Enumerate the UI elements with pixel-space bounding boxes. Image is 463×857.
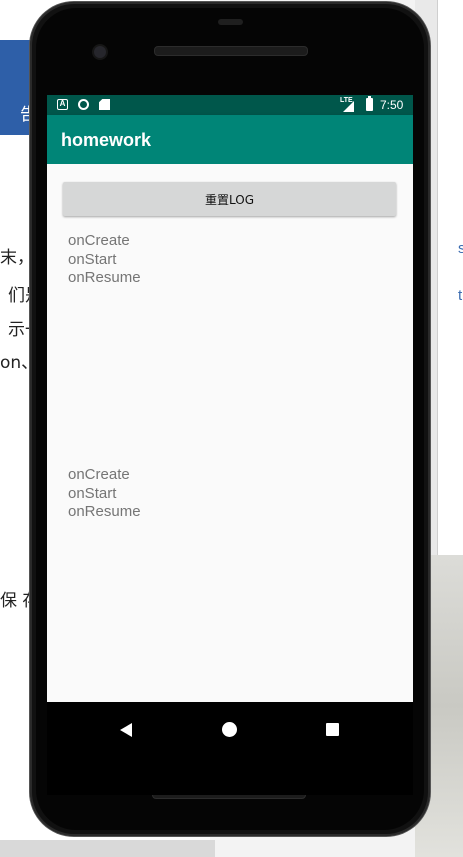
app-bar: homework	[47, 115, 413, 164]
background-right-text: s	[458, 240, 463, 257]
recents-icon[interactable]	[326, 723, 339, 736]
background-text: 末，	[0, 248, 34, 268]
battery-icon	[366, 96, 373, 111]
log-line: onStart	[68, 250, 117, 268]
navigation-bar	[47, 702, 413, 758]
back-icon[interactable]	[120, 723, 132, 737]
background-right-text: t	[458, 287, 463, 304]
device-screen: A LTE 7:50 homework 重置LOG onCreate onSta…	[47, 95, 413, 795]
background-right-panel	[437, 0, 463, 555]
signal-icon	[343, 101, 354, 112]
main-content: 重置LOG onCreate onStart onResume onCreate…	[47, 164, 413, 702]
status-time: 7:50	[380, 98, 404, 112]
top-speaker-grille	[154, 46, 308, 56]
log-line: onCreate	[68, 466, 130, 483]
reset-log-button[interactable]: 重置LOG	[63, 182, 396, 216]
log-line: onCreate	[68, 232, 130, 249]
front-camera	[94, 46, 106, 58]
background-scrollbar	[0, 840, 215, 857]
home-icon[interactable]	[222, 722, 237, 737]
phone-earpiece	[218, 19, 243, 25]
log-line: onStart	[68, 484, 117, 502]
log-line: onResume	[68, 269, 141, 286]
sd-card-icon	[99, 99, 110, 110]
log-text-top: onCreate onStart onResume	[68, 232, 141, 288]
log-line: onResume	[68, 503, 141, 520]
status-bar: A LTE 7:50	[47, 95, 413, 115]
sync-notification-icon	[78, 99, 89, 110]
accessibility-notification-icon: A	[57, 99, 68, 110]
log-text-bottom: onCreate onStart onResume	[68, 466, 141, 522]
app-title: homework	[61, 130, 152, 150]
